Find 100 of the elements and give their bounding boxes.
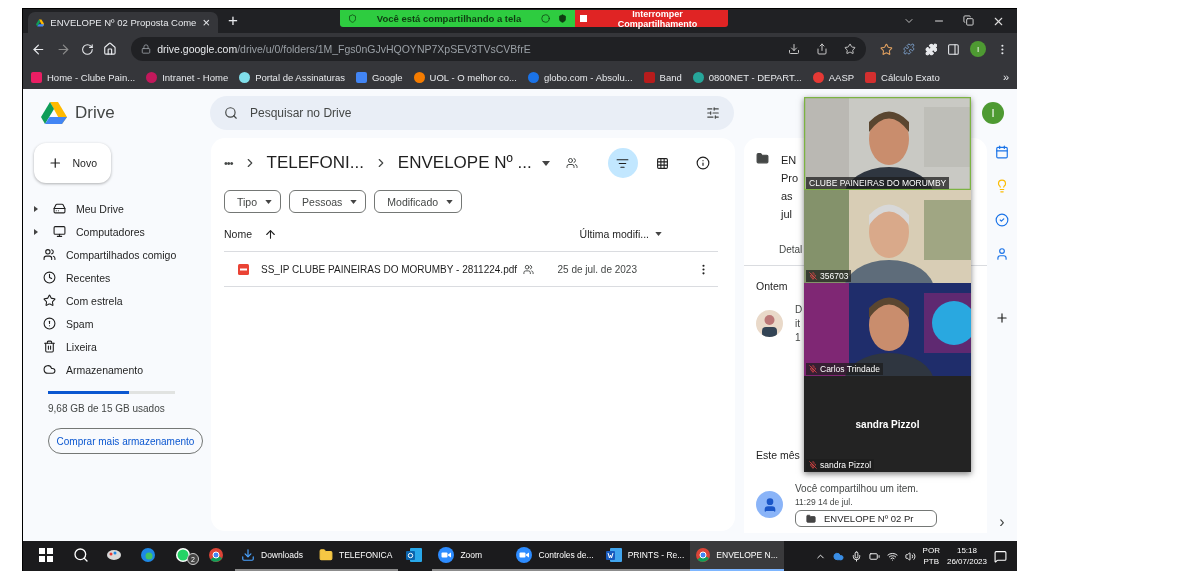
bookmark-link[interactable]: Home - Clube Pain... — [31, 71, 136, 83]
volume-icon[interactable] — [904, 550, 916, 562]
restore-icon[interactable] — [963, 14, 974, 26]
share-status-text: Você está compartilhando a tela — [375, 13, 523, 24]
nav-item[interactable]: Spam — [34, 312, 213, 335]
storage-usage-text: 9,68 GB de 15 GB usados — [48, 403, 166, 414]
search-bar[interactable]: Pesquisar no Drive — [210, 96, 734, 130]
calendar-app-button[interactable] — [995, 145, 1009, 159]
reload-icon[interactable] — [80, 42, 94, 56]
language-indicator[interactable]: POR PTB — [922, 545, 940, 567]
name-column-header[interactable]: Nome — [224, 227, 277, 241]
filter-dropdown[interactable]: Modificado — [374, 190, 463, 213]
grid-icon — [656, 156, 670, 170]
caret-icon — [655, 232, 662, 236]
address-bar[interactable]: drive.google.com/drive/u/0/folders/1M_Fgs0nGJvHQOYNP7XpSEV3TVsCVBfrE — [131, 37, 866, 61]
bookmark-link[interactable]: globo.com - Absolu... — [527, 71, 633, 83]
breadcrumb-item[interactable]: ENVELOPE Nº ... — [397, 153, 532, 173]
avatar — [756, 310, 783, 337]
file-chip[interactable]: ENVELOPE Nº 02 Pr — [795, 510, 937, 527]
alert-icon — [43, 317, 56, 330]
document-app-icon — [605, 548, 622, 562]
bookmark-star-icon[interactable] — [843, 43, 856, 55]
windows-logo-icon — [39, 548, 53, 562]
file-row[interactable]: SS_IP CLUBE PAINEIRAS DO MORUMBY - 2811224.pdf 25 de jul. de 2023 — [224, 252, 718, 287]
folder-menu-caret-icon[interactable] — [541, 160, 550, 166]
check-circle-icon — [995, 213, 1009, 227]
profile-avatar[interactable]: I — [982, 102, 1004, 124]
clock[interactable]: 15:18 26/07/2023 — [946, 545, 987, 567]
bookmark-link[interactable]: Intranet - Home — [146, 71, 229, 83]
install-icon[interactable] — [787, 43, 800, 55]
palette-icon — [107, 548, 121, 562]
taskbar-app-button[interactable]: Zoom — [432, 541, 511, 571]
notifications-icon[interactable] — [994, 549, 1007, 563]
home-icon[interactable] — [103, 42, 118, 56]
lightbulb-icon — [995, 179, 1009, 193]
side-panel-icon[interactable] — [947, 42, 961, 56]
plus-icon — [995, 311, 1009, 325]
drive-logo-icon — [41, 102, 67, 124]
folder-icon — [319, 548, 333, 562]
bookmark-link[interactable]: Portal de Assinaturas — [239, 71, 345, 83]
bookmark-link[interactable]: Google — [355, 71, 403, 83]
check-circle-app-button[interactable] — [995, 213, 1009, 227]
activity-time: 11:29 14 de jul. — [795, 497, 854, 507]
bookmark-link[interactable]: UOL - O melhor co... — [413, 71, 517, 83]
taskbar-app-button[interactable]: ENVELOPE N... — [690, 541, 784, 571]
chrome-logo-icon — [696, 548, 711, 562]
stop-icon — [580, 15, 587, 22]
bookmark-link[interactable]: 0800NET - DEPART... — [692, 71, 802, 83]
new-tab-button[interactable]: + — [228, 11, 238, 31]
modified-date: 25 de jul. de 2023 — [557, 263, 637, 275]
nav-item[interactable]: Compartilhados comigo — [34, 243, 213, 266]
nav-item[interactable]: Lixeira — [34, 335, 213, 358]
drive-logo-text: Drive — [75, 103, 115, 123]
taskbar-app-button[interactable]: TELEFONICA — [313, 541, 399, 571]
bookmark-link[interactable]: AASP — [812, 71, 855, 83]
nav-item[interactable]: Armazenamento — [34, 358, 213, 381]
search-options-icon[interactable] — [706, 106, 720, 120]
details-tab[interactable]: Detal — [779, 244, 803, 255]
extensions-icon[interactable] — [924, 42, 938, 56]
person-app-button[interactable] — [995, 247, 1009, 261]
participant-label: Carlos Trindade — [806, 363, 883, 375]
section-heading: Este mês — [756, 449, 800, 461]
profile-avatar[interactable]: I — [970, 41, 987, 57]
participant-label: sandra Pizzol — [806, 459, 875, 471]
download-icon — [241, 548, 255, 562]
browser-tab[interactable]: ENVELOPE Nº 02 Proposta Come × — [28, 12, 218, 33]
breadcrumb-more[interactable]: ••• — [224, 157, 233, 169]
person-icon — [995, 247, 1009, 261]
pdf-file-icon — [238, 263, 249, 275]
tab-close-button[interactable]: × — [202, 15, 210, 30]
nav-item[interactable]: Com estrela — [34, 289, 213, 312]
nav-item[interactable]: Recentes — [34, 266, 213, 289]
side-panel-toggle[interactable]: › — [999, 513, 1005, 531]
avatar — [756, 491, 783, 518]
stop-sharing-button[interactable]: Interromper Compartilhamento — [575, 10, 728, 27]
file-name: SS_IP CLUBE PAINEIRAS DO MORUMBY - 2811224.pdf — [261, 263, 518, 275]
more-bookmarks-button[interactable]: » — [1002, 71, 1009, 83]
modified-column-header[interactable]: Última modifi... — [579, 228, 662, 240]
share-icon[interactable] — [815, 43, 828, 55]
filter-dropdown[interactable]: Tipo — [224, 190, 282, 213]
bookmark-link[interactable]: Band — [643, 71, 682, 83]
bookmark-link[interactable]: Cálculo Exato — [865, 71, 940, 83]
search-field[interactable]: Pesquisar no Drive — [248, 105, 696, 121]
breadcrumb-item[interactable]: TELEFONI... — [266, 153, 364, 173]
computer-icon — [53, 225, 66, 238]
lock-icon — [141, 44, 152, 54]
folder-title-text: Pro — [781, 171, 799, 186]
taskbar-app-button[interactable]: Downloads — [235, 541, 313, 571]
taskbar-app-button[interactable]: Controles de... — [510, 541, 600, 571]
filter-dropdown[interactable]: Pessoas — [289, 190, 367, 213]
new-button[interactable]: Novo — [34, 143, 111, 183]
cloud-icon — [832, 550, 844, 562]
nav-item[interactable]: Meu Drive — [34, 197, 204, 220]
plus-app-button[interactable] — [995, 311, 1009, 325]
filter-toggle-button[interactable] — [607, 148, 638, 178]
nav-item[interactable]: Computadores — [34, 220, 204, 243]
shield-icon — [558, 14, 567, 23]
chat-bubble-icon — [175, 547, 191, 563]
url-text: drive.google.com/drive/u/0/folders/1M_Fgs0nGJvHQOYNP7XpSEV3TVsCVBfrE — [157, 43, 532, 55]
filter-icon — [616, 156, 630, 170]
